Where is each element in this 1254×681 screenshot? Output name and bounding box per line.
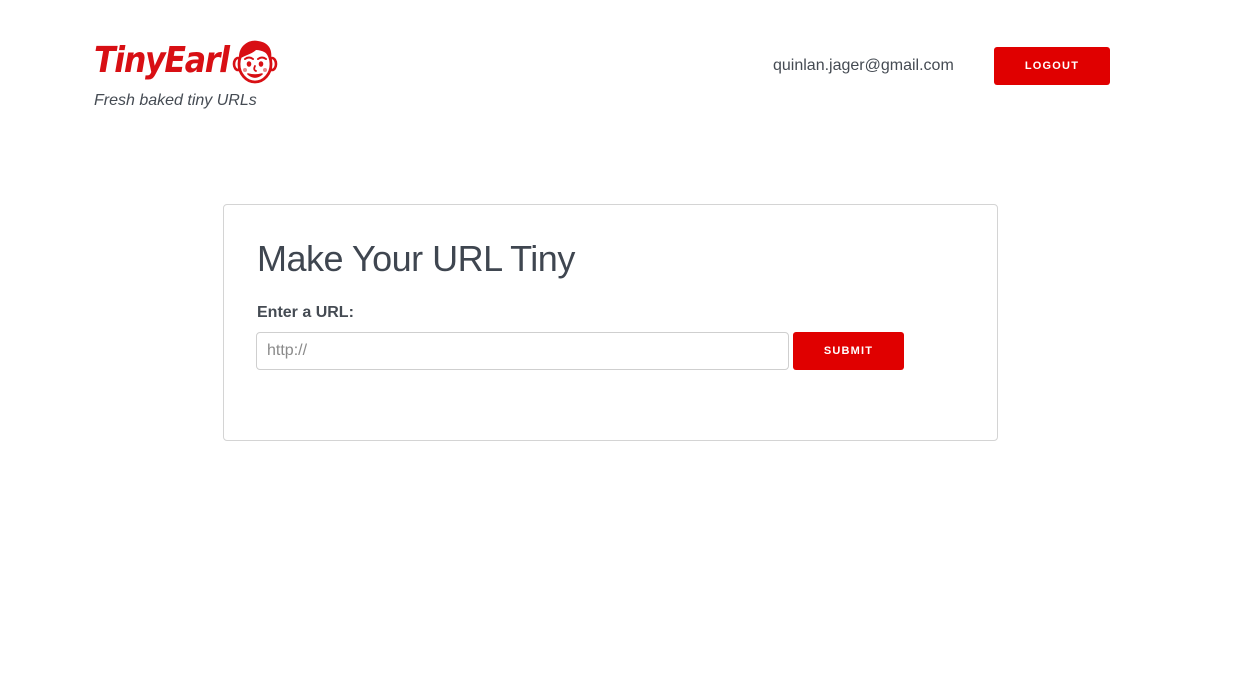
shorten-url-card: Make Your URL Tiny Enter a URL: SUBMIT: [223, 204, 998, 441]
brand[interactable]: TinyEarl Fresh baked tiny URLs: [94, 36, 278, 110]
earl-face-icon: [232, 40, 278, 84]
card-title: Make Your URL Tiny: [257, 238, 575, 279]
logo[interactable]: TinyEarl: [94, 36, 278, 86]
brand-name: TinyEarl: [94, 40, 230, 81]
submit-button[interactable]: SUBMIT: [793, 332, 904, 370]
page: TinyEarl Fresh baked tiny URLs quinlan.j…: [0, 0, 1254, 681]
url-label: Enter a URL:: [257, 304, 354, 321]
url-input[interactable]: [256, 332, 789, 370]
tagline: Fresh baked tiny URLs: [94, 92, 257, 109]
user-email: quinlan.jager@gmail.com: [773, 57, 954, 74]
logout-button[interactable]: LOGOUT: [994, 47, 1110, 85]
